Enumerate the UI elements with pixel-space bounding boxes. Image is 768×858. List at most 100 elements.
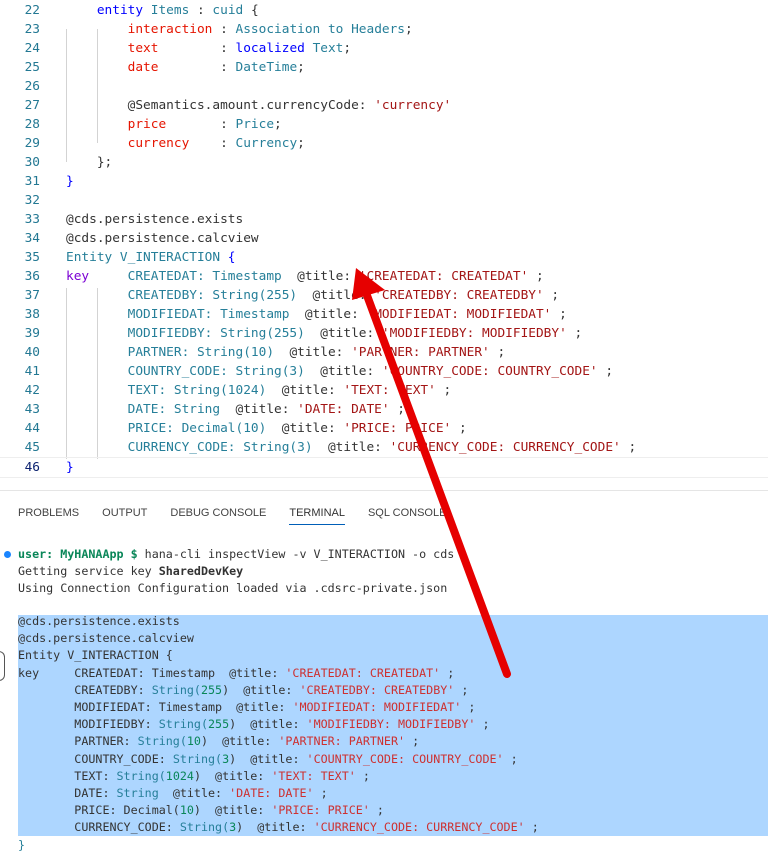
terminal-token: ; xyxy=(405,734,420,749)
code-token: PARTNER: String(10) xyxy=(66,345,290,360)
code-text: entity Items : cuid { xyxy=(66,1,259,20)
line-number: 29 xyxy=(24,136,40,151)
terminal-line: COUNTRY_CODE: String(3) @title: 'COUNTRY… xyxy=(18,751,768,768)
code-line[interactable]: 36 key CREATEDAT: Timestamp @title: 'CREA… xyxy=(0,267,768,286)
code-token: @title: xyxy=(235,402,298,417)
terminal-token: CREATEDBY: xyxy=(18,682,152,697)
code-token: 'TEXT: TEXT' xyxy=(343,383,436,398)
terminal-line: Using Connection Configuration loaded vi… xyxy=(18,580,768,597)
code-line[interactable]: 40 PARTNER: String(10) @title: 'PARTNER:… xyxy=(0,343,768,362)
code-token: 'CREATEDAT: CREATEDAT' xyxy=(358,269,529,284)
code-token: : xyxy=(189,136,236,151)
line-number: 31 xyxy=(24,174,40,189)
terminal-token: ; xyxy=(369,803,384,818)
line-number: 23 xyxy=(24,22,40,37)
tab-terminal[interactable]: TERMINAL xyxy=(289,507,345,525)
code-line[interactable]: 39 MODIFIEDBY: String(255) @title: 'MODI… xyxy=(0,324,768,343)
line-number: 25 xyxy=(24,60,40,75)
line-number: 40 xyxy=(24,345,40,360)
code-text: CURRENCY_CODE: String(3) @title: 'CURREN… xyxy=(66,438,637,457)
terminal-token: Entity V_INTERACTION { xyxy=(18,648,173,663)
terminal-token: 'MODIFIEDBY: MODIFIEDBY' xyxy=(306,717,476,732)
code-line[interactable]: 37 CREATEDBY: String(255) @title: 'CREAT… xyxy=(0,286,768,305)
line-number: 35 xyxy=(24,250,40,265)
code-token: : xyxy=(158,41,236,56)
code-token: @Semantics.amount.currencyCode: xyxy=(127,98,375,113)
code-line[interactable]: 33 @cds.persistence.exists xyxy=(0,210,768,229)
terminal-token: user: MyHANAApp $ xyxy=(18,547,145,561)
command-status-dot-icon[interactable] xyxy=(4,551,11,558)
terminal-line: @cds.persistence.calcview xyxy=(18,630,768,647)
code-line[interactable]: 24 text : localized Text; xyxy=(0,39,768,58)
tab-sql-console[interactable]: SQL CONSOLE xyxy=(368,507,446,525)
line-number: 28 xyxy=(24,117,40,132)
terminal-line: MODIFIEDBY: String(255) @title: 'MODIFIE… xyxy=(18,716,768,733)
tab-problems[interactable]: PROBLEMS xyxy=(18,507,79,525)
code-line[interactable]: 23 interaction : Association to Headers; xyxy=(0,20,768,39)
code-line[interactable]: 38 MODIFIEDAT: Timestamp @title: 'MODIFI… xyxy=(0,305,768,324)
code-line[interactable]: 30 }; xyxy=(0,153,768,172)
terminal-line: MODIFIEDAT: Timestamp @title: 'MODIFIEDA… xyxy=(18,699,768,716)
code-text: DATE: String @title: 'DATE: DATE' ; xyxy=(66,400,405,419)
terminal-line: } xyxy=(18,837,768,854)
code-text: date : DateTime; xyxy=(66,58,305,77)
code-token: MODIFIEDBY: String(255) xyxy=(66,326,321,341)
code-line[interactable]: 31} xyxy=(0,172,768,191)
code-token: { xyxy=(227,250,236,265)
code-line[interactable]: 42 TEXT: String(1024) @title: 'TEXT: TEX… xyxy=(0,381,768,400)
code-token: interaction xyxy=(127,22,213,37)
terminal-line: user: MyHANAApp $ hana-cli inspectView -… xyxy=(18,546,768,563)
terminal-token: 10 xyxy=(186,734,201,749)
code-token: CREATEDAT: Timestamp xyxy=(89,269,298,284)
code-token: @title: xyxy=(304,307,367,322)
line-number: 24 xyxy=(24,41,40,56)
tab-debug-console[interactable]: DEBUG CONSOLE xyxy=(170,507,266,525)
code-token: ; xyxy=(528,269,544,284)
line-number: 32 xyxy=(24,193,40,208)
code-line[interactable]: 34 @cds.persistence.calcview xyxy=(0,229,768,248)
terminal-token: String( xyxy=(172,751,223,766)
code-token: ; xyxy=(405,22,413,37)
code-text: } xyxy=(66,172,74,191)
terminal-token: CURRENCY_CODE: xyxy=(18,820,180,835)
code-token: 'MODIFIEDBY: MODIFIEDBY' xyxy=(381,326,567,341)
terminal-token: MODIFIEDBY: xyxy=(18,717,159,732)
code-token: price xyxy=(127,117,167,132)
terminal-line: PRICE: Decimal(10) @title: 'PRICE: PRICE… xyxy=(18,802,768,819)
code-token: COUNTRY_CODE: String(3) xyxy=(66,364,321,379)
code-line[interactable]: 43 DATE: String @title: 'DATE: DATE' ; xyxy=(0,400,768,419)
code-line[interactable]: 27 @Semantics.amount.currencyCode: 'curr… xyxy=(0,96,768,115)
code-line[interactable]: 26 xyxy=(0,77,768,96)
code-line[interactable]: 25 date : DateTime; xyxy=(0,58,768,77)
code-line[interactable]: 22 entity Items : cuid { xyxy=(0,1,768,20)
terminal-token: String( xyxy=(179,820,230,835)
terminal-token: String( xyxy=(158,717,208,732)
code-line[interactable]: 46} xyxy=(0,457,768,478)
code-text: PRICE: Decimal(10) @title: 'PRICE: PRICE… xyxy=(66,419,467,438)
code-line[interactable]: 28 price : Price; xyxy=(0,115,768,134)
code-token: ; xyxy=(274,117,282,132)
tab-output[interactable]: OUTPUT xyxy=(102,507,147,525)
terminal-token: 'TEXT: TEXT' xyxy=(271,768,356,783)
code-token: 'PRICE: PRICE' xyxy=(343,421,452,436)
code-token: cuid xyxy=(212,3,244,18)
code-line[interactable]: 45 CURRENCY_CODE: String(3) @title: 'CUR… xyxy=(0,438,768,457)
code-line[interactable]: 35 Entity V_INTERACTION { xyxy=(0,248,768,267)
terminal-token: 'CREATEDBY: CREATEDBY' xyxy=(299,682,455,697)
code-editor[interactable]: 22 entity Items : cuid {23 interaction :… xyxy=(0,0,768,490)
code-line[interactable]: 32 xyxy=(0,191,768,210)
terminal-token: ; xyxy=(503,751,518,766)
code-text: key CREATEDAT: Timestamp @title: 'CREATE… xyxy=(66,267,544,286)
code-text: COUNTRY_CODE: String(3) @title: 'COUNTRY… xyxy=(66,362,613,381)
code-token: DateTime xyxy=(235,60,298,75)
code-token: 'CREATEDBY: CREATEDBY' xyxy=(374,288,544,303)
panel-tabs: PROBLEMS OUTPUT DEBUG CONSOLE TERMINAL SQL C… xyxy=(18,507,469,525)
code-line[interactable]: 29 currency : Currency; xyxy=(0,134,768,153)
code-token: } xyxy=(66,174,74,189)
line-number: 45 xyxy=(24,440,40,455)
code-line[interactable]: 44 PRICE: Decimal(10) @title: 'PRICE: PR… xyxy=(0,419,768,438)
code-line[interactable]: 41 COUNTRY_CODE: String(3) @title: 'COUN… xyxy=(0,362,768,381)
code-token: ; xyxy=(543,288,560,303)
